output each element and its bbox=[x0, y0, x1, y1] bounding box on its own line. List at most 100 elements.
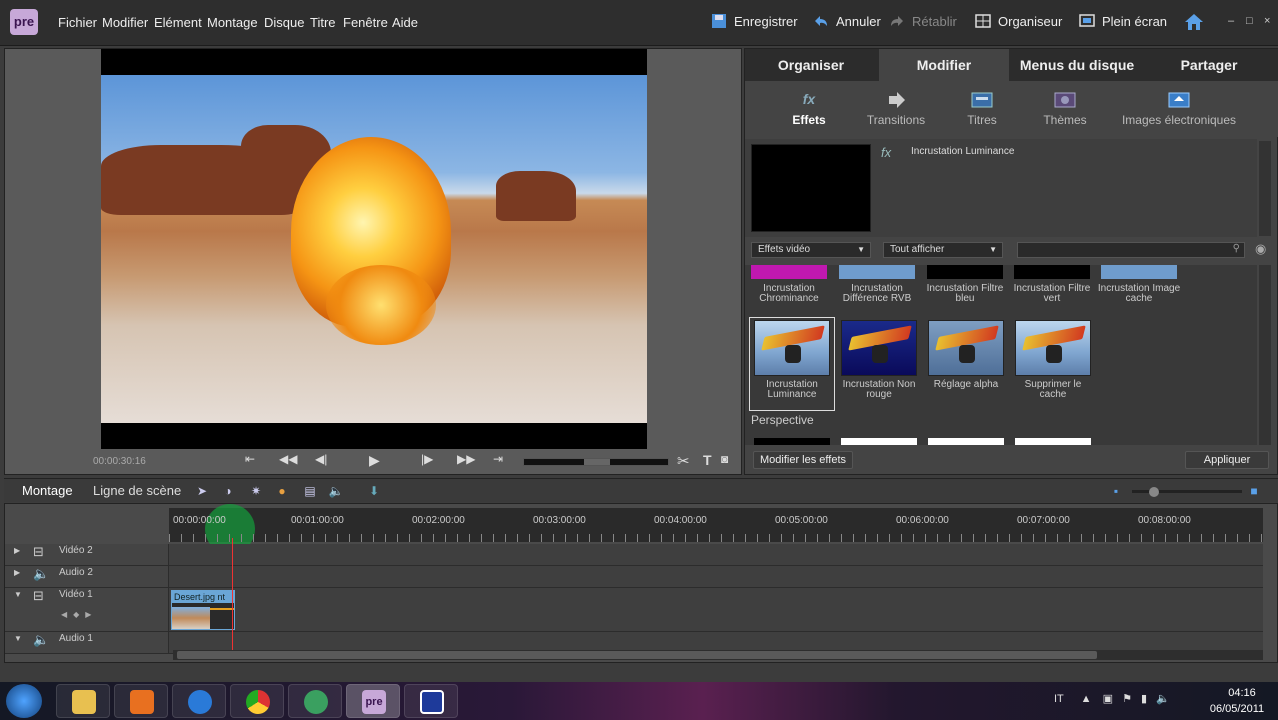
tab-partager[interactable]: Partager bbox=[1145, 49, 1273, 81]
menu-aide[interactable]: Aide bbox=[392, 15, 418, 30]
expand-triangle-icon[interactable]: ▶ bbox=[14, 546, 20, 555]
smart-mix-icon[interactable]: ◑ bbox=[220, 484, 236, 498]
effects-tool-icon[interactable]: ● bbox=[274, 484, 290, 498]
maximize-button[interactable]: □ bbox=[1246, 15, 1253, 27]
taskbar-premiere[interactable]: pre bbox=[346, 684, 400, 718]
category-dropdown[interactable]: Effets vidéo ▼ bbox=[751, 242, 871, 258]
menu-montage[interactable]: Montage bbox=[207, 15, 258, 30]
effect-thumb-filtre-bleu[interactable] bbox=[927, 265, 1003, 279]
eye-icon[interactable]: ◉ bbox=[1255, 241, 1266, 257]
taskbar-explorer[interactable] bbox=[56, 684, 110, 718]
shuttle-slider[interactable] bbox=[523, 458, 669, 466]
effect-thumb-chrominance[interactable] bbox=[751, 265, 827, 279]
redo-button[interactable]: Rétablir bbox=[888, 13, 957, 29]
undo-button[interactable]: Annuler bbox=[812, 13, 881, 29]
taskbar-messenger[interactable] bbox=[288, 684, 342, 718]
effects-scrollbar[interactable] bbox=[1259, 265, 1271, 445]
tab-organiser[interactable]: Organiser bbox=[745, 49, 877, 81]
minimize-button[interactable]: – bbox=[1228, 15, 1234, 27]
play-button[interactable]: ▶ bbox=[369, 452, 380, 469]
apply-button[interactable]: Appliquer bbox=[1185, 451, 1269, 469]
track-video-2[interactable]: ▶ ⊟ Vidéo 2 bbox=[5, 544, 1263, 566]
effect-thumb-reglage-alpha[interactable] bbox=[928, 320, 1004, 376]
tab-montage[interactable]: Montage bbox=[22, 483, 73, 498]
time-ruler[interactable]: 00:00:00:00 00:01:00:00 00:02:00:00 00:0… bbox=[169, 504, 1263, 554]
taskbar-media-player[interactable] bbox=[114, 684, 168, 718]
clock-time[interactable]: 04:16 bbox=[1212, 687, 1272, 699]
effect-thumb-supprimer-cache[interactable] bbox=[1015, 320, 1091, 376]
step-forward-button[interactable]: |▶ bbox=[421, 452, 433, 466]
effect-thumb-difference-rvb[interactable] bbox=[839, 265, 915, 279]
select-tool-icon[interactable]: ➤ bbox=[194, 484, 210, 498]
subtab-images-electroniques[interactable]: Images électroniques bbox=[1119, 91, 1239, 127]
organizer-button[interactable]: Organiseur bbox=[974, 13, 1062, 29]
close-button[interactable]: × bbox=[1264, 15, 1270, 27]
clip-desert[interactable]: Desert.jpg nt bbox=[171, 590, 235, 630]
video-preview[interactable] bbox=[101, 49, 647, 449]
camera-icon[interactable]: ◙ bbox=[721, 452, 728, 466]
menu-modifier[interactable]: Modifier bbox=[102, 15, 148, 30]
audio-mix-icon[interactable]: 🔈 bbox=[328, 484, 344, 498]
track-audio-2[interactable]: ▶ 🔈 Audio 2 bbox=[5, 566, 1263, 588]
fullscreen-button[interactable]: Plein écran bbox=[1078, 13, 1167, 29]
save-button[interactable]: Enregistrer bbox=[710, 13, 798, 29]
keyframe-buttons[interactable]: ◀◆▶ bbox=[61, 610, 97, 619]
taskbar-app[interactable] bbox=[404, 684, 458, 718]
goto-out-button[interactable]: ⇥ bbox=[493, 452, 503, 466]
shuttle-knob[interactable] bbox=[584, 459, 610, 465]
step-back-button[interactable]: ◀| bbox=[315, 452, 327, 466]
playhead-line[interactable] bbox=[232, 538, 233, 656]
zoom-in-icon[interactable]: ■ bbox=[1246, 484, 1262, 498]
tray-device-icon[interactable]: ▣ bbox=[1103, 693, 1113, 705]
network-icon[interactable]: ▮ bbox=[1141, 693, 1147, 705]
timeline-scroll-thumb[interactable] bbox=[177, 651, 1097, 659]
info-scrollbar[interactable] bbox=[1259, 141, 1271, 236]
menu-disque[interactable]: Disque bbox=[264, 15, 304, 30]
tray-arrow-icon[interactable]: ▲ bbox=[1081, 693, 1092, 705]
start-button[interactable] bbox=[6, 684, 42, 718]
filter-dropdown[interactable]: Tout afficher ▼ bbox=[883, 242, 1003, 258]
collapse-triangle-icon[interactable]: ▼ bbox=[14, 590, 22, 599]
effect-thumb-luminance[interactable] bbox=[754, 320, 830, 376]
menu-fenetre[interactable]: Fenêtre bbox=[343, 15, 388, 30]
menu-element[interactable]: Elément bbox=[154, 15, 202, 30]
menu-titre[interactable]: Titre bbox=[310, 15, 336, 30]
effect-thumb-filtre-vert[interactable] bbox=[1014, 265, 1090, 279]
title-tool-icon[interactable]: T bbox=[703, 452, 712, 468]
effect-thumb-non-rouge[interactable] bbox=[841, 320, 917, 376]
smart-fix-icon[interactable]: ✷ bbox=[248, 484, 264, 498]
marker-icon[interactable]: ⬇ bbox=[366, 484, 382, 498]
effect-thumb-perspective[interactable] bbox=[928, 438, 1004, 445]
home-button[interactable] bbox=[1184, 13, 1204, 31]
goto-in-button[interactable]: ⇤ bbox=[245, 452, 255, 466]
zoom-knob[interactable] bbox=[1149, 487, 1159, 497]
subtab-titres[interactable]: Titres bbox=[959, 91, 1005, 127]
fast-forward-button[interactable]: ▶▶ bbox=[457, 452, 475, 466]
taskbar-internet-explorer[interactable] bbox=[172, 684, 226, 718]
subtab-themes[interactable]: Thèmes bbox=[1039, 91, 1091, 127]
menu-fichier[interactable]: Fichier bbox=[58, 15, 97, 30]
collapse-triangle-icon[interactable]: ▼ bbox=[14, 634, 22, 643]
scissors-icon[interactable]: ✂ bbox=[677, 452, 690, 470]
effect-thumb-perspective[interactable] bbox=[754, 438, 830, 445]
markers-list-icon[interactable]: ▤ bbox=[302, 484, 318, 498]
tab-menus-disque[interactable]: Menus du disque bbox=[1011, 49, 1143, 81]
timeline-scrollbar[interactable] bbox=[173, 650, 1263, 660]
subtab-transitions[interactable]: Transitions bbox=[863, 91, 929, 127]
rewind-button[interactable]: ◀◀ bbox=[279, 452, 297, 466]
tab-ligne-scene[interactable]: Ligne de scène bbox=[93, 483, 181, 498]
effect-thumb-perspective[interactable] bbox=[1015, 438, 1091, 445]
subtab-effets[interactable]: fx Effets bbox=[787, 91, 831, 127]
expand-triangle-icon[interactable]: ▶ bbox=[14, 568, 20, 577]
tab-modifier[interactable]: Modifier bbox=[879, 49, 1009, 81]
zoom-out-icon[interactable]: ▪ bbox=[1108, 484, 1124, 498]
language-indicator[interactable]: IT bbox=[1054, 693, 1064, 705]
effect-thumb-image-cache[interactable] bbox=[1101, 265, 1177, 279]
taskbar-chrome[interactable] bbox=[230, 684, 284, 718]
modify-effects-button[interactable]: Modifier les effets bbox=[753, 451, 854, 469]
clock-date[interactable]: 06/05/2011 bbox=[1202, 703, 1272, 715]
effects-search-input[interactable]: ⚲ bbox=[1017, 242, 1245, 258]
tray-flag-icon[interactable]: ⚑ bbox=[1122, 693, 1132, 705]
effect-thumb-perspective[interactable] bbox=[841, 438, 917, 445]
volume-icon[interactable]: 🔈 bbox=[1156, 693, 1170, 705]
